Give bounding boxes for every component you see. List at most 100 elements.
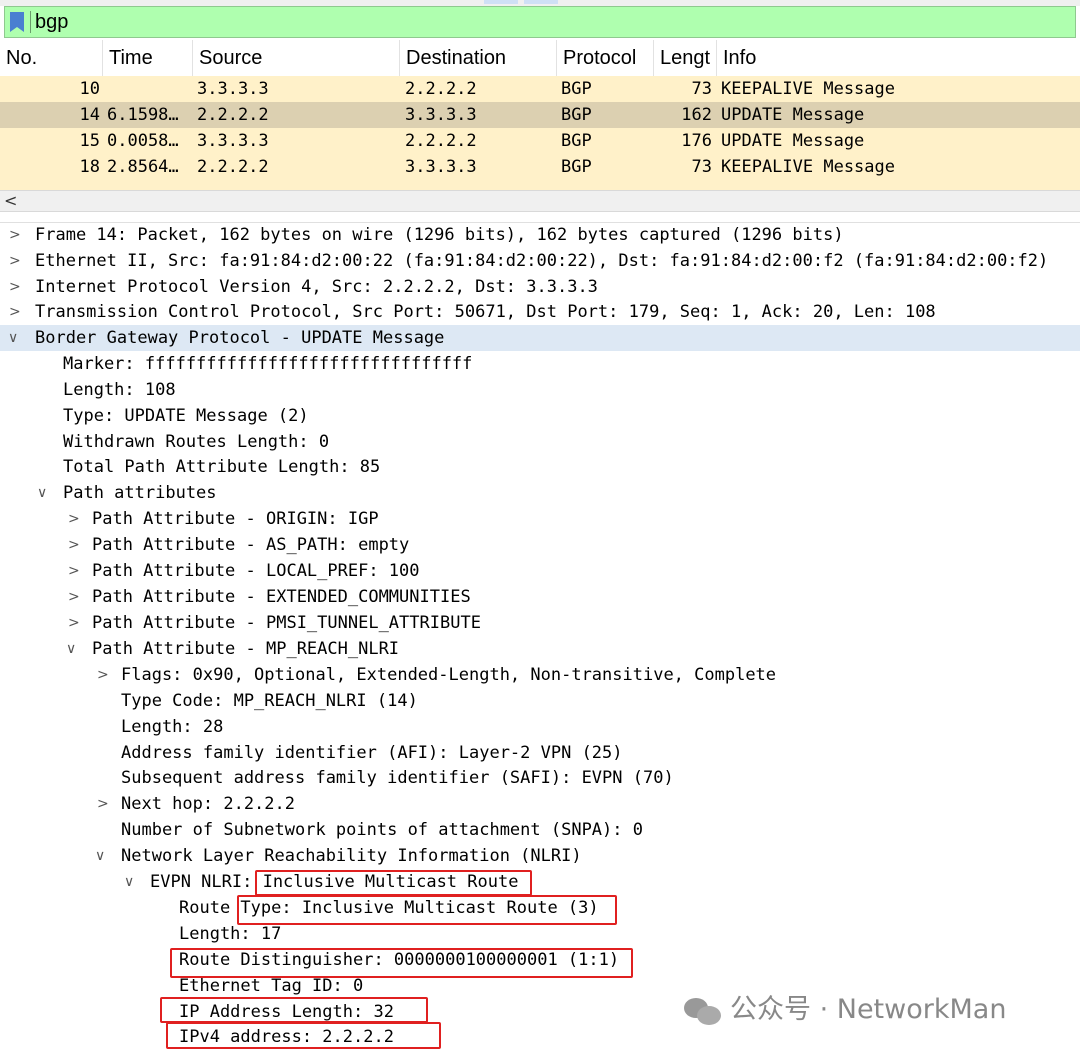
tree-item-length[interactable]: Length: 108 — [0, 377, 1080, 403]
column-header-source[interactable]: Source — [193, 40, 400, 76]
packet-row[interactable]: 15 0.0058… 3.3.3.3 2.2.2.2 BGP 176 UPDAT… — [0, 128, 1080, 154]
tree-item-type-code[interactable]: Type Code: MP_REACH_NLRI (14) — [0, 688, 1080, 714]
packet-info: UPDATE Message — [721, 105, 865, 125]
collapse-icon[interactable]: ∨ — [66, 636, 80, 662]
annotation-box-evpn-nlri — [255, 870, 532, 896]
tree-item-next-hop[interactable]: > Next hop: 2.2.2.2 — [0, 791, 1080, 817]
packet-source: 2.2.2.2 — [197, 157, 269, 177]
expand-icon[interactable]: > — [68, 506, 82, 532]
tree-item-attr-extcomm[interactable]: > Path Attribute - EXTENDED_COMMUNITIES — [0, 584, 1080, 610]
packet-time: 6.1598… — [107, 105, 179, 125]
packet-destination: 2.2.2.2 — [405, 131, 477, 151]
packet-destination: 3.3.3.3 — [405, 105, 477, 125]
display-filter-input[interactable] — [35, 9, 1065, 35]
packet-row[interactable]: 10 3.3.3.3 2.2.2.2 BGP 73 KEEPALIVE Mess… — [0, 76, 1080, 102]
wechat-icon — [684, 996, 722, 1026]
packet-info: KEEPALIVE Message — [721, 157, 895, 177]
column-header-no[interactable]: No. — [0, 40, 103, 76]
tree-item-label: Transmission Control Protocol, Src Port:… — [35, 302, 936, 322]
packet-length: 162 — [681, 105, 712, 125]
tree-item-label: Withdrawn Routes Length: 0 — [63, 432, 330, 452]
tree-item-label: Path attributes — [63, 483, 217, 503]
tree-item-withdrawn[interactable]: Withdrawn Routes Length: 0 — [0, 429, 1080, 455]
tree-item-label: Path Attribute - PMSI_TUNNEL_ATTRIBUTE — [92, 613, 481, 633]
packet-source: 3.3.3.3 — [197, 79, 269, 99]
filter-separator — [30, 11, 31, 33]
tree-item-evpn-nlri[interactable]: ∨ EVPN NLRI: Inclusive Multicast Route — [0, 869, 1080, 895]
packet-list: No. Time Source Destination Protocol Len… — [0, 40, 1080, 190]
packet-time: 0.0058… — [107, 131, 179, 151]
packet-destination: 3.3.3.3 — [405, 157, 477, 177]
tree-item-label: Address family identifier (AFI): Layer-2… — [121, 743, 623, 763]
expand-icon[interactable]: > — [97, 791, 111, 817]
expand-icon[interactable]: > — [68, 584, 82, 610]
packet-row[interactable]: 18 2.8564… 2.2.2.2 3.3.3.3 BGP 73 KEEPAL… — [0, 154, 1080, 180]
tree-item-label: Length: 108 — [63, 380, 176, 400]
packet-length: 73 — [691, 79, 712, 99]
packet-no: 14 — [79, 105, 100, 125]
tree-item-attr-localpref[interactable]: > Path Attribute - LOCAL_PREF: 100 — [0, 558, 1080, 584]
tree-item-attr-pmsi[interactable]: > Path Attribute - PMSI_TUNNEL_ATTRIBUTE — [0, 610, 1080, 636]
packet-row-selected[interactable]: 14 6.1598… 2.2.2.2 3.3.3.3 BGP 162 UPDAT… — [0, 102, 1080, 128]
tree-item-path-attributes[interactable]: ∨ Path attributes — [0, 480, 1080, 506]
tree-item-attr-origin[interactable]: > Path Attribute - ORIGIN: IGP — [0, 506, 1080, 532]
collapse-icon[interactable]: ∨ — [8, 325, 22, 351]
tree-item-attr-aspath[interactable]: > Path Attribute - AS_PATH: empty — [0, 532, 1080, 558]
packet-destination: 2.2.2.2 — [405, 79, 477, 99]
tree-item-frame[interactable]: > Frame 14: Packet, 162 bytes on wire (12… — [0, 222, 1080, 248]
annotation-box-route-type — [237, 895, 617, 925]
tree-item-flags[interactable]: > Flags: 0x90, Optional, Extended-Length,… — [0, 662, 1080, 688]
tree-item-ethernet[interactable]: > Ethernet II, Src: fa:91:84:d2:00:22 (fa… — [0, 248, 1080, 274]
column-header-info[interactable]: Info — [717, 40, 1080, 76]
packet-row-partial[interactable] — [0, 180, 1080, 190]
collapse-icon[interactable]: ∨ — [124, 869, 138, 895]
tree-item-ip[interactable]: > Internet Protocol Version 4, Src: 2.2.2… — [0, 274, 1080, 300]
tree-item-attr-mpreach[interactable]: ∨ Path Attribute - MP_REACH_NLRI — [0, 636, 1080, 662]
tree-item-label: Length: 28 — [121, 717, 224, 737]
expand-icon[interactable]: > — [9, 299, 23, 325]
expand-icon[interactable]: > — [97, 662, 111, 688]
column-header-protocol[interactable]: Protocol — [557, 40, 654, 76]
packet-protocol: BGP — [561, 79, 592, 99]
tree-item-label: Type: UPDATE Message (2) — [63, 406, 309, 426]
packet-no: 10 — [79, 79, 100, 99]
collapse-icon[interactable]: ∨ — [37, 480, 51, 506]
expand-icon[interactable]: > — [9, 274, 23, 300]
scroll-left-arrow-icon[interactable]: < — [4, 191, 17, 211]
packet-info: UPDATE Message — [721, 131, 865, 151]
packet-no: 15 — [79, 131, 100, 151]
tree-item-bgp[interactable]: ∨ Border Gateway Protocol - UPDATE Messag… — [0, 325, 1080, 351]
tree-item-mp-length[interactable]: Length: 28 — [0, 714, 1080, 740]
expand-icon[interactable]: > — [9, 222, 23, 248]
toolbar-tab-right[interactable] — [524, 0, 558, 4]
column-header-time[interactable]: Time — [103, 40, 193, 76]
tree-item-total-path[interactable]: Total Path Attribute Length: 85 — [0, 454, 1080, 480]
column-header-destination[interactable]: Destination — [400, 40, 557, 76]
horizontal-scrollbar[interactable]: < — [0, 190, 1080, 212]
packet-details-tree: > Frame 14: Packet, 162 bytes on wire (12… — [0, 222, 1080, 1052]
tree-item-safi[interactable]: Subsequent address family identifier (SA… — [0, 765, 1080, 791]
expand-icon[interactable]: > — [68, 610, 82, 636]
tree-item-marker[interactable]: Marker: ffffffffffffffffffffffffffffffff — [0, 351, 1080, 377]
tree-item-nlri[interactable]: ∨ Network Layer Reachability Information … — [0, 843, 1080, 869]
tree-item-label: Total Path Attribute Length: 85 — [63, 457, 381, 477]
tree-item-tcp[interactable]: > Transmission Control Protocol, Src Port… — [0, 299, 1080, 325]
packet-info: KEEPALIVE Message — [721, 79, 895, 99]
expand-icon[interactable]: > — [68, 532, 82, 558]
column-header-length[interactable]: Lengt — [654, 40, 717, 76]
toolbar-tab-left[interactable] — [484, 0, 518, 4]
annotation-box-ip-address-length — [160, 997, 428, 1023]
tree-item-type[interactable]: Type: UPDATE Message (2) — [0, 403, 1080, 429]
tree-item-label: Marker: ffffffffffffffffffffffffffffffff — [63, 354, 473, 374]
packet-no: 18 — [79, 157, 100, 177]
packet-list-header: No. Time Source Destination Protocol Len… — [0, 40, 1080, 77]
packet-time: 2.8564… — [107, 157, 179, 177]
collapse-icon[interactable]: ∨ — [95, 843, 109, 869]
expand-icon[interactable]: > — [9, 248, 23, 274]
tree-item-afi[interactable]: Address family identifier (AFI): Layer-2… — [0, 740, 1080, 766]
tree-item-snpa[interactable]: Number of Subnetwork points of attachmen… — [0, 817, 1080, 843]
packet-length: 176 — [681, 131, 712, 151]
bookmark-icon[interactable] — [10, 12, 24, 32]
tree-item-label: Path Attribute - EXTENDED_COMMUNITIES — [92, 587, 471, 607]
expand-icon[interactable]: > — [68, 558, 82, 584]
